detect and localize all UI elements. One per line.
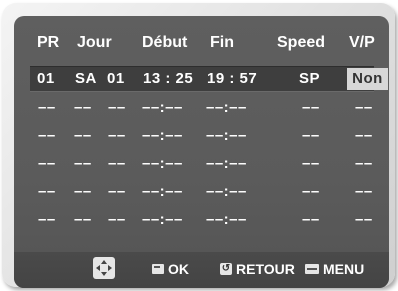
cell-start: ––:–– xyxy=(142,183,183,200)
cell-end: ––:–– xyxy=(206,183,247,200)
cell-pr: –– xyxy=(38,99,56,116)
header-speed: Speed xyxy=(277,34,326,51)
cell-date: –– xyxy=(108,155,126,172)
header-debut: Début xyxy=(142,34,188,51)
timer-row-selected[interactable]: 01 SA 01 13 : 25 19 : 57 SP Non xyxy=(30,66,388,92)
cell-end: ––:–– xyxy=(206,99,247,116)
cell-pr: –– xyxy=(38,211,56,228)
ok-icon xyxy=(152,264,164,274)
cell-date: –– xyxy=(108,183,126,200)
cell-day: –– xyxy=(74,127,92,144)
cell-day: –– xyxy=(74,211,92,228)
cell-date: 01 xyxy=(107,70,125,87)
header-pr: PR xyxy=(37,34,60,51)
timer-row[interactable]: –– –– –– ––:–– ––:–– –– –– xyxy=(32,180,372,204)
vp-selector[interactable]: Non xyxy=(347,68,388,90)
menu-control[interactable]: MENU xyxy=(305,261,364,277)
cell-speed: –– xyxy=(302,155,320,172)
cell-vp: –– xyxy=(355,183,373,200)
cell-start: ––:–– xyxy=(142,155,183,172)
control-footer: OK ↺ RETOUR MENU xyxy=(14,252,389,288)
return-control[interactable]: ↺ RETOUR xyxy=(220,261,295,277)
cell-vp: –– xyxy=(355,155,373,172)
tv-frame: PR Jour Début Fin Speed V/P 01 SA 01 13 … xyxy=(2,3,395,288)
cell-speed: –– xyxy=(302,99,320,116)
cell-day: –– xyxy=(74,183,92,200)
timer-row[interactable]: –– –– –– ––:–– ––:–– –– –– xyxy=(32,208,372,232)
cell-vp: –– xyxy=(355,211,373,228)
column-header: PR Jour Début Fin Speed V/P xyxy=(14,34,389,60)
cell-speed: SP xyxy=(299,70,321,87)
cell-day: –– xyxy=(74,155,92,172)
ok-control[interactable]: OK xyxy=(152,261,189,277)
cell-end: ––:–– xyxy=(206,155,247,172)
cell-start: 13 : 25 xyxy=(143,70,194,87)
cell-pr: 01 xyxy=(37,70,55,87)
ok-label: OK xyxy=(168,261,189,277)
cell-date: –– xyxy=(108,211,126,228)
timer-row[interactable]: –– –– –– ––:–– ––:–– –– –– xyxy=(32,124,372,148)
cell-pr: –– xyxy=(38,127,56,144)
cell-start: ––:–– xyxy=(142,99,183,116)
return-label: RETOUR xyxy=(236,261,295,277)
header-jour: Jour xyxy=(77,34,112,51)
cell-start: ––:–– xyxy=(142,127,183,144)
cell-date: –– xyxy=(108,99,126,116)
cell-end: ––:–– xyxy=(206,127,247,144)
cell-day: –– xyxy=(74,99,92,116)
cell-pr: –– xyxy=(38,183,56,200)
header-vp: V/P xyxy=(349,34,375,51)
dpad-icon xyxy=(93,257,115,279)
timer-list-screen: PR Jour Début Fin Speed V/P 01 SA 01 13 … xyxy=(14,16,389,288)
cell-speed: –– xyxy=(302,183,320,200)
cell-end: ––:–– xyxy=(206,211,247,228)
cell-pr: –– xyxy=(38,155,56,172)
header-fin: Fin xyxy=(210,34,234,51)
cell-speed: –– xyxy=(302,127,320,144)
cell-day: SA xyxy=(75,70,97,87)
cell-speed: –– xyxy=(302,211,320,228)
timer-row[interactable]: –– –– –– ––:–– ––:–– –– –– xyxy=(32,152,372,176)
cell-end: 19 : 57 xyxy=(207,70,258,87)
cell-date: –– xyxy=(108,127,126,144)
timer-row[interactable]: –– –– –– ––:–– ––:–– –– –– xyxy=(32,96,372,120)
cell-vp: –– xyxy=(355,99,373,116)
cell-start: ––:–– xyxy=(142,211,183,228)
return-icon: ↺ xyxy=(220,263,232,275)
menu-label: MENU xyxy=(323,261,365,277)
cell-vp: –– xyxy=(355,127,373,144)
menu-icon xyxy=(305,264,319,274)
